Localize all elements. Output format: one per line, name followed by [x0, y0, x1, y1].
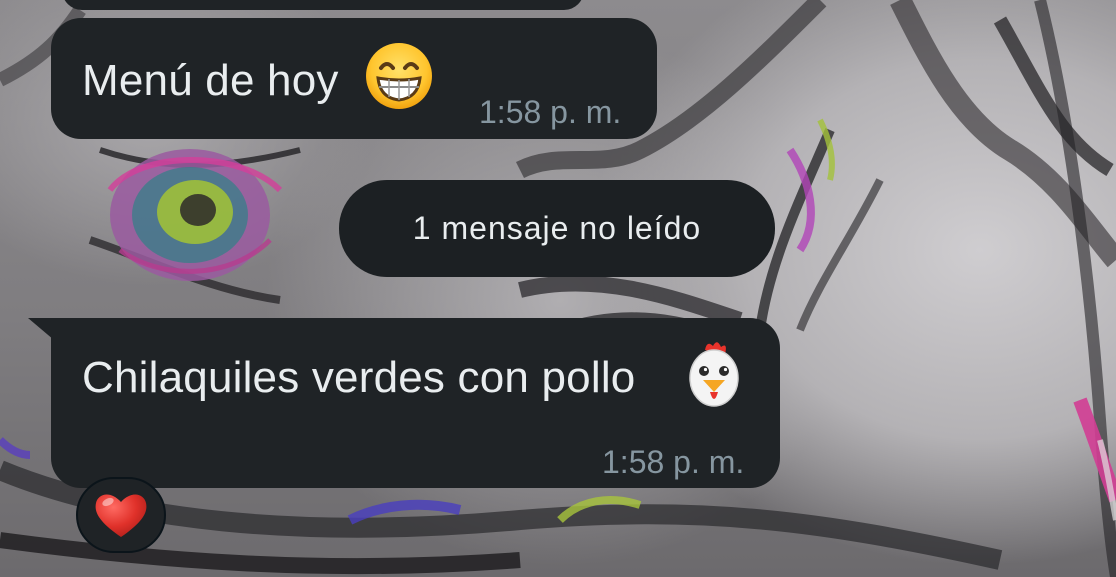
message-reaction[interactable] [76, 477, 166, 553]
chicken-icon [689, 342, 739, 407]
message-text: Menú de hoy [82, 56, 339, 105]
message-timestamp: 1:58 p. m. [602, 444, 745, 480]
previous-message-bubble[interactable] [62, 0, 584, 10]
unread-messages-banner: 1 mensaje no leído [339, 180, 775, 277]
message-bubble[interactable]: Chilaquiles verdes con pollo 1:58 p. m. [51, 318, 780, 488]
unread-banner-text: 1 mensaje no leído [412, 210, 702, 246]
red-heart-icon [95, 494, 147, 537]
grinning-face-icon [366, 43, 432, 109]
message-text: Chilaquiles verdes con pollo [82, 353, 636, 402]
message-bubble[interactable]: Menú de hoy 1:58 p. m. [51, 18, 657, 139]
message-timestamp: 1:58 p. m. [479, 94, 622, 130]
